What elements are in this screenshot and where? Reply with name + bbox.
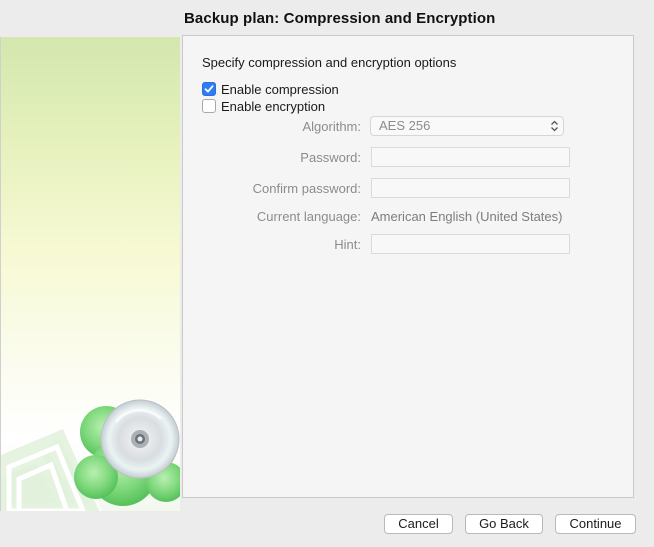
enable-compression-row[interactable]: Enable compression xyxy=(202,81,339,97)
continue-button[interactable]: Continue xyxy=(555,514,636,534)
confirm-password-label: Confirm password: xyxy=(252,181,361,196)
enable-encryption-checkbox[interactable] xyxy=(202,99,216,113)
algorithm-label: Algorithm: xyxy=(302,119,361,134)
window-title: Backup plan: Compression and Encryption xyxy=(184,10,496,27)
options-panel: Specify compression and encryption optio… xyxy=(182,35,634,498)
enable-encryption-row[interactable]: Enable encryption xyxy=(202,98,325,114)
enable-encryption-label: Enable encryption xyxy=(221,98,326,114)
confirm-password-field[interactable] xyxy=(371,178,570,198)
enable-compression-label: Enable compression xyxy=(221,81,339,97)
cancel-button[interactable]: Cancel xyxy=(384,514,453,534)
hint-field[interactable] xyxy=(371,234,570,254)
cd-disc-cloud-icon xyxy=(1,399,180,511)
current-language-label: Current language: xyxy=(256,209,361,224)
updown-chevron-icon xyxy=(551,120,558,132)
algorithm-select[interactable]: AES 256 xyxy=(370,116,564,136)
backup-plan-window: Backup plan: Compression and Encryption xyxy=(0,0,654,547)
enable-compression-checkbox[interactable] xyxy=(202,82,216,96)
hint-label: Hint: xyxy=(334,237,361,252)
sidebar-illustration xyxy=(0,37,180,511)
section-heading: Specify compression and encryption optio… xyxy=(202,55,457,70)
go-back-button[interactable]: Go Back xyxy=(465,514,543,534)
password-label: Password: xyxy=(300,150,361,165)
password-field[interactable] xyxy=(371,147,570,167)
checkmark-icon xyxy=(204,85,214,93)
current-language-value: American English (United States) xyxy=(371,209,563,224)
algorithm-value: AES 256 xyxy=(379,118,431,133)
